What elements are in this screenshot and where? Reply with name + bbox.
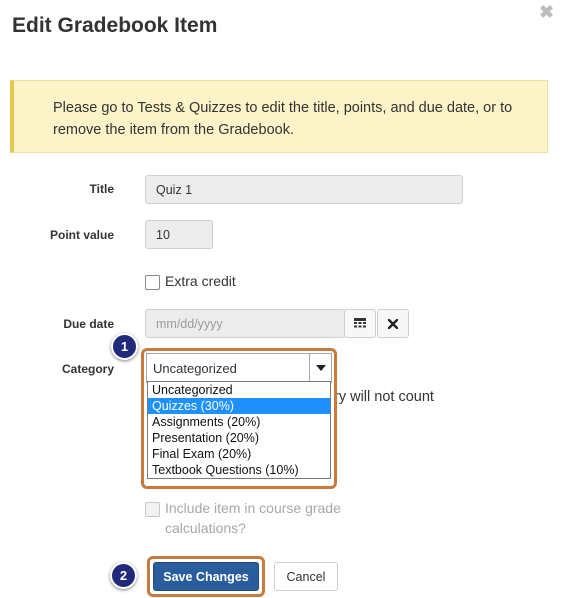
include-grade-label: Include item in course grade calculation… bbox=[165, 500, 341, 536]
points-value: 10 bbox=[156, 227, 170, 242]
clear-date-button[interactable] bbox=[377, 309, 409, 338]
dialog-title: Edit Gradebook Item bbox=[12, 14, 218, 37]
cancel-button[interactable]: Cancel bbox=[274, 562, 338, 591]
extra-credit-checkbox[interactable] bbox=[145, 275, 160, 290]
close-icon[interactable]: ✖ bbox=[539, 2, 554, 23]
due-date-field[interactable]: mm/dd/yyyy bbox=[145, 309, 345, 338]
calendar-button[interactable] bbox=[344, 309, 376, 338]
title-value: Quiz 1 bbox=[156, 182, 193, 197]
save-changes-button[interactable]: Save Changes bbox=[153, 562, 259, 591]
due-date-placeholder: mm/dd/yyyy bbox=[156, 316, 223, 331]
callout-badge-2: 2 bbox=[110, 562, 137, 589]
category-label: Category bbox=[61, 362, 114, 376]
include-grade-checkbox[interactable] bbox=[145, 502, 160, 517]
points-label: Point value bbox=[49, 228, 114, 242]
callout-badge-1: 1 bbox=[111, 333, 138, 360]
calendar-icon bbox=[354, 318, 366, 328]
clear-icon bbox=[388, 318, 398, 329]
points-field: 10 bbox=[145, 220, 213, 249]
category-callout-highlight bbox=[141, 348, 337, 489]
category-help-text-partial: ry will not count bbox=[334, 389, 434, 405]
title-field: Quiz 1 bbox=[145, 175, 463, 204]
due-date-label: Due date bbox=[63, 317, 114, 331]
extra-credit-label: Extra credit bbox=[165, 273, 236, 289]
gradebook-notice: Please go to Tests & Quizzes to edit the… bbox=[10, 80, 548, 153]
title-label: Title bbox=[89, 182, 114, 196]
notice-text: Please go to Tests & Quizzes to edit the… bbox=[53, 100, 513, 138]
